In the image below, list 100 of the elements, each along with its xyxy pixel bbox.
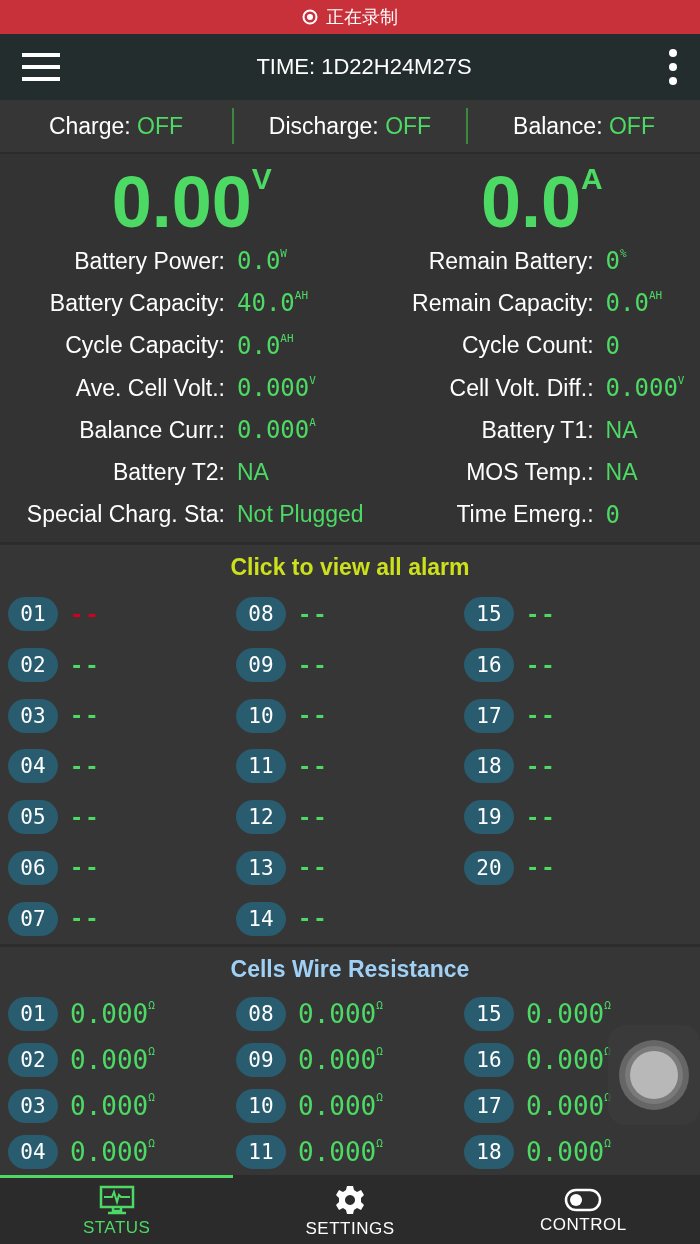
cell-index: 18 (464, 1134, 514, 1169)
more-icon[interactable] (668, 49, 678, 85)
alarm-status: -- (526, 754, 557, 779)
stat-value: 0.0$^{AH}$ (605, 289, 663, 318)
nav-tab[interactable]: SETTINGS (233, 1175, 467, 1244)
cell-index: 16 (464, 1042, 514, 1077)
view-alarms-link[interactable]: Click to view all alarm (0, 545, 700, 590)
cell-index: 15 (464, 597, 514, 632)
alarm-status: -- (298, 703, 329, 729)
cell-index: 16 (464, 648, 514, 683)
cell-index: 11 (236, 1134, 286, 1169)
cell-index: 03 (8, 1088, 58, 1123)
stat-value: 0 (605, 331, 621, 360)
stat-label: Cell Volt. Diff.: (448, 374, 595, 402)
stat-label: Battery Power: (73, 247, 226, 275)
alarm-status: -- (526, 804, 557, 830)
cell-index: 03 (8, 698, 58, 733)
resistance-value: 0.000$^{Ω}$ (298, 1136, 383, 1167)
resistance-value: 0.000$^{Ω}$ (70, 1090, 155, 1121)
stat-label: Battery Capacity: (48, 289, 226, 317)
assistive-touch-icon (617, 1038, 691, 1112)
stat-value: 0.000$^{V}$ (605, 374, 685, 403)
cell-index: 09 (236, 648, 286, 683)
alarm-status: -- (526, 855, 557, 881)
cell-index: 02 (8, 1042, 58, 1077)
main-reading: 0.00$^{V}$ (110, 164, 273, 240)
cell-index: 09 (236, 1042, 286, 1077)
cell-index: 15 (464, 996, 514, 1031)
alarm-status: -- (70, 754, 101, 779)
switch-status: Discharge: OFF (232, 108, 466, 144)
resistance-value: 0.000$^{Ω}$ (70, 998, 155, 1029)
menu-icon[interactable] (22, 52, 60, 82)
alarm-status: -- (70, 652, 101, 678)
resistance-value: 0.000$^{Ω}$ (298, 1090, 383, 1121)
cell-index: 07 (8, 901, 58, 936)
stat-label: Battery T2: (111, 459, 226, 487)
stat-label: Remain Battery: (427, 247, 595, 275)
main-reading: 0.0$^{A}$ (479, 164, 604, 240)
cell-index: 04 (8, 749, 58, 784)
resistance-value: 0.000$^{Ω}$ (298, 998, 383, 1029)
switch-status: Charge: OFF (47, 112, 185, 141)
alarm-status: -- (298, 652, 329, 678)
resistance-value: 0.000$^{Ω}$ (298, 1044, 383, 1075)
alarm-status: -- (526, 703, 557, 729)
settings-icon (334, 1183, 366, 1216)
switch-status: Balance: OFF (466, 108, 700, 144)
alarm-status: -- (298, 906, 329, 932)
cell-index: 04 (8, 1134, 58, 1169)
stat-label: MOS Temp.: (465, 459, 595, 487)
recording-label: 正在录制 (326, 6, 398, 29)
alarm-status: -- (70, 601, 101, 627)
cell-index: 06 (8, 850, 58, 885)
cell-index: 12 (236, 800, 286, 835)
stat-value: 40.0$^{AH}$ (237, 289, 309, 318)
alarm-status: -- (70, 804, 101, 830)
stat-value: 0 (605, 500, 621, 529)
alarm-status: -- (298, 804, 329, 830)
toggle-icon (564, 1187, 603, 1212)
nav-tab[interactable]: CONTROL (466, 1175, 700, 1244)
cell-index: 17 (464, 698, 514, 733)
cell-index: 08 (236, 996, 286, 1031)
cell-index: 10 (236, 1088, 286, 1123)
alarm-status: -- (526, 601, 557, 627)
alarm-status: -- (70, 906, 101, 932)
stat-label: Special Charg. Sta: (25, 501, 226, 529)
stat-label: Time Emerg.: (455, 501, 595, 529)
cell-index: 10 (236, 698, 286, 733)
stat-value: 0.000$^{A}$ (237, 416, 316, 445)
resistance-value: 0.000$^{Ω}$ (526, 1044, 611, 1075)
cell-index: 08 (236, 597, 286, 632)
resistance-value: 0.000$^{Ω}$ (526, 1136, 611, 1167)
cell-index: 20 (464, 850, 514, 885)
cell-index: 17 (464, 1088, 514, 1123)
stat-value: 0$^{%}$ (605, 247, 627, 276)
cell-index: 11 (236, 749, 286, 784)
header-title: TIME: 1D22H24M27S (256, 54, 472, 80)
cell-index: 13 (236, 850, 286, 885)
monitor-icon (98, 1184, 135, 1215)
alarm-status: -- (298, 754, 329, 779)
resistance-value: 0.000$^{Ω}$ (70, 1044, 155, 1075)
stat-label: Balance Curr.: (78, 416, 226, 444)
cell-index: 19 (464, 800, 514, 835)
resistance-value: 0.000$^{Ω}$ (526, 1090, 611, 1121)
stat-value: 0.000$^{V}$ (237, 374, 316, 403)
cell-index: 05 (8, 800, 58, 835)
stat-label: Ave. Cell Volt.: (74, 374, 226, 402)
cell-index: 14 (236, 901, 286, 936)
stat-value: 0.0$^{AH}$ (237, 331, 294, 360)
cell-index: 01 (8, 996, 58, 1031)
nav-tab[interactable]: STATUS (0, 1175, 234, 1244)
stat-value: NA (237, 459, 269, 487)
stat-value: NA (605, 416, 638, 444)
stat-value: 0.0$^{W}$ (237, 247, 287, 276)
stat-label: Cycle Capacity: (64, 332, 226, 360)
resistance-value: 0.000$^{Ω}$ (70, 1136, 155, 1167)
cell-index: 02 (8, 648, 58, 683)
alarm-status: -- (298, 601, 329, 627)
stat-value: Not Plugged (237, 501, 364, 529)
stat-value: NA (605, 459, 638, 487)
alarm-status: -- (298, 855, 329, 881)
